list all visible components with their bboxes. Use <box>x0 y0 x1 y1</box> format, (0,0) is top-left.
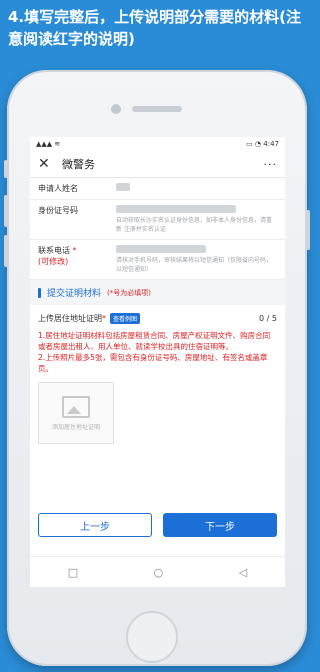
upload-notes: 1.居住地址证明材料包括房屋租赁合同、房屋产权证明文件、购房合同或者房屋出租人、… <box>30 328 285 380</box>
app-title: 微警务 <box>62 158 95 171</box>
upload-header: 上传居住地址证明 * 查看例图 0 / 5 <box>30 305 285 328</box>
upload-note-2: 2.上传照片最多5张，需包含有身份证号码、房屋地址、有签名或盖章页。 <box>38 353 268 373</box>
phone-screen: ▲▲▲ ≋ ▭ ◔ 4:47 ✕ 微警务 ··· 申请人姓名 身份证号码 自动获… <box>30 137 285 587</box>
name-value-redacted <box>116 183 130 191</box>
home-icon[interactable]: ○ <box>154 566 164 579</box>
add-photo-caption: 添加居住地址证明 <box>51 423 100 431</box>
status-bar: ▲▲▲ ≋ ▭ ◔ 4:47 <box>30 137 285 151</box>
volume-up-button <box>4 195 8 227</box>
id-hint: 自动获取长沙实名认证身份信息，如非本人身份信息，请重新 注册并实名认证 <box>116 217 273 233</box>
close-icon[interactable]: ✕ <box>38 156 56 172</box>
upload-count: 0 / 5 <box>259 314 277 323</box>
home-button[interactable] <box>126 611 178 663</box>
upload-note-1: 1.居住地址证明材料包括房屋租赁合同、房屋产权证明文件、购房合同或者房屋出租人、… <box>38 331 271 351</box>
step-buttons: 上一步 下一步 <box>38 513 277 537</box>
recent-apps-icon[interactable]: □ <box>68 566 78 579</box>
name-row: 申请人姓名 <box>30 178 285 200</box>
next-step-button[interactable]: 下一步 <box>163 513 277 537</box>
battery-time: ▭ ◔ 4:47 <box>246 140 279 148</box>
mute-switch <box>4 160 8 178</box>
phone-editable-note: (可修改) <box>38 257 69 266</box>
section-required-note: (*号为必填项) <box>107 288 151 297</box>
app-bar: ✕ 微警务 ··· <box>30 151 285 178</box>
section-title: 提交证明材料 <box>47 289 102 299</box>
view-example-button[interactable]: 查看例图 <box>110 313 141 324</box>
id-row: 身份证号码 自动获取长沙实名认证身份信息，如非本人身份信息，请重新 注册并实名认… <box>30 200 285 240</box>
front-camera <box>111 104 121 114</box>
android-nav-bar: □ ○ ◁ <box>30 556 285 587</box>
section-bar <box>38 287 41 298</box>
volume-down-button <box>4 235 8 267</box>
phone-input[interactable] <box>116 245 206 253</box>
phone-hint: 请核对手机号码，审核结果将以短信通知（仅限省内号码，以短信通知） <box>116 257 273 273</box>
add-image-icon <box>62 395 90 418</box>
earpiece-speaker <box>132 106 182 112</box>
phone-row: 联系电话 * (可修改) 请核对手机号码，审核结果将以短信通知（仅限省内号码，以… <box>30 240 285 280</box>
back-icon[interactable]: ◁ <box>239 566 247 579</box>
materials-section-header: 提交证明材料 (*号为必填项) <box>30 280 285 305</box>
phone-required-mark: * <box>70 246 77 255</box>
power-button <box>306 210 310 250</box>
name-label: 申请人姓名 <box>38 184 78 193</box>
upload-label: 上传居住地址证明 <box>38 314 102 323</box>
upload-required-mark: * <box>102 314 106 323</box>
add-photo-button[interactable]: 添加居住地址证明 <box>38 382 114 444</box>
signal-wifi-icons: ▲▲▲ ≋ <box>36 140 61 148</box>
more-icon[interactable]: ··· <box>264 158 278 171</box>
id-value-redacted <box>116 205 236 213</box>
id-label: 身份证号码 <box>38 206 78 215</box>
previous-step-button[interactable]: 上一步 <box>38 513 152 537</box>
phone-label: 联系电话 <box>38 246 70 255</box>
caption: 4.填写完整后，上传说明部分需要的材料(注意阅读红字的说明) <box>8 8 301 48</box>
